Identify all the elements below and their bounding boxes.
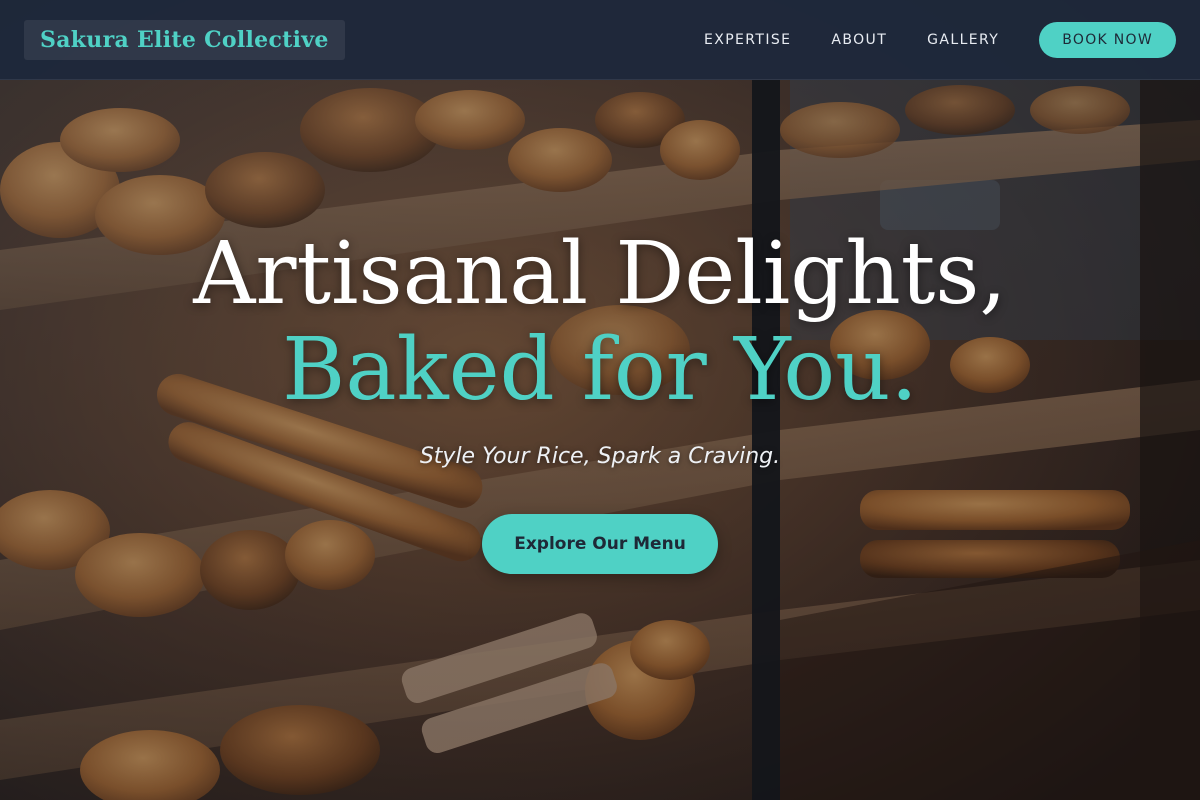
hero-section: Artisanal Delights, Baked for You. Style…	[0, 0, 1200, 800]
hero-tagline: Style Your Rice, Spark a Craving.	[419, 444, 781, 469]
hero-headline: Artisanal Delights,	[193, 224, 1007, 324]
explore-menu-button[interactable]: Explore Our Menu	[482, 514, 718, 574]
hero-headline-accent: Baked for You.	[282, 320, 918, 420]
